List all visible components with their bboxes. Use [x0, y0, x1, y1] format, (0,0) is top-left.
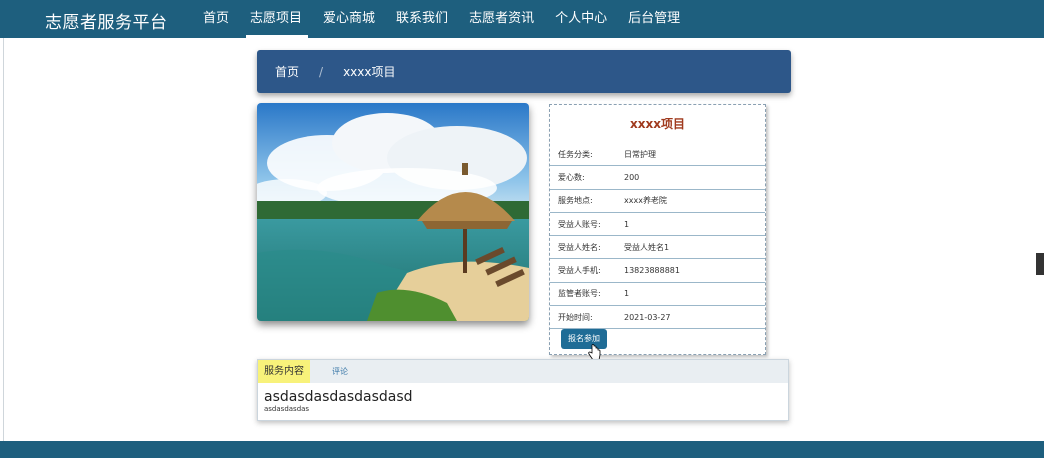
nav-item-news[interactable]: 志愿者资讯: [461, 0, 544, 38]
top-navigation-bar: 志愿者服务平台 首页 志愿项目 爱心商城 联系我们 志愿者资讯 个人中心 后台管…: [0, 0, 1044, 38]
detail-row: 爱心数: 200: [550, 166, 765, 190]
content-text: asdasdasdas: [264, 405, 310, 413]
breadcrumb-separator: /: [319, 64, 324, 79]
tab-comments[interactable]: 评论: [326, 360, 354, 383]
detail-value-beneficiary-name: 受益人姓名1: [624, 242, 670, 252]
project-title: xxxx项目: [630, 117, 685, 131]
content-heading: asdasdasdasdasdasd: [264, 389, 413, 405]
detail-label-beneficiary-name: 受益人姓名:: [558, 242, 601, 252]
detail-value-beneficiary-phone: 13823888881: [624, 266, 680, 276]
detail-value-supervisor-account: 1: [624, 289, 630, 299]
detail-label-start-time: 开始时间:: [558, 312, 593, 322]
detail-row: 受益人姓名: 受益人姓名1: [550, 236, 765, 260]
detail-row: 任务分类: 日常护理: [550, 143, 765, 167]
detail-row: 服务地点: xxxx养老院: [550, 190, 765, 213]
detail-label-beneficiary-account: 受益人账号:: [558, 219, 601, 229]
breadcrumb-current: xxxx项目: [343, 65, 396, 79]
detail-row: 受益人手机: 13823888881: [550, 259, 765, 283]
detail-label-love-points: 爱心数:: [558, 172, 585, 182]
nav-item-admin[interactable]: 后台管理: [620, 0, 690, 38]
detail-row: 监管者账号: 1: [550, 283, 765, 307]
nav-item-shop[interactable]: 爱心商城: [315, 0, 385, 38]
content-panel: 服务内容 评论 asdasdasdasdasdasd asdasdasdas: [257, 359, 789, 421]
detail-value-love-points: 200: [624, 172, 640, 182]
detail-row: 受益人账号: 1: [550, 213, 765, 237]
site-logo-title[interactable]: 志愿者服务平台: [45, 8, 168, 33]
detail-label-supervisor-account: 监管者账号:: [558, 289, 601, 299]
nav-item-user-center[interactable]: 个人中心: [547, 0, 617, 38]
detail-value-beneficiary-account: 1: [624, 219, 630, 229]
breadcrumb-home-link[interactable]: 首页: [275, 63, 299, 80]
tab-service-content[interactable]: 服务内容: [258, 360, 310, 383]
page-left-border: [3, 38, 4, 441]
nav-item-home[interactable]: 首页: [195, 0, 239, 38]
main-nav: 首页 志愿项目 爱心商城 联系我们 志愿者资讯 个人中心 后台管理: [195, 0, 693, 38]
detail-row: 开始时间: 2021-03-27: [550, 306, 765, 330]
footer-bar: [0, 441, 1044, 458]
nav-item-contact[interactable]: 联系我们: [388, 0, 458, 38]
side-handle[interactable]: [1036, 253, 1044, 275]
breadcrumb: 首页 / xxxx项目: [257, 50, 791, 93]
project-detail-card: xxxx项目 任务分类: 日常护理 爱心数: 200 服务地点: xxxx养老院…: [549, 104, 766, 355]
detail-value-category: 日常护理: [624, 149, 656, 159]
content-tabs: 服务内容 评论: [258, 360, 788, 383]
detail-label-beneficiary-phone: 受益人手机:: [558, 266, 601, 276]
nav-item-projects[interactable]: 志愿项目: [242, 0, 312, 38]
detail-label-category: 任务分类:: [558, 149, 593, 159]
detail-label-location: 服务地点:: [558, 196, 593, 206]
detail-value-start-time: 2021-03-27: [624, 312, 671, 322]
project-image: [257, 103, 529, 321]
detail-value-location: xxxx养老院: [624, 196, 667, 206]
